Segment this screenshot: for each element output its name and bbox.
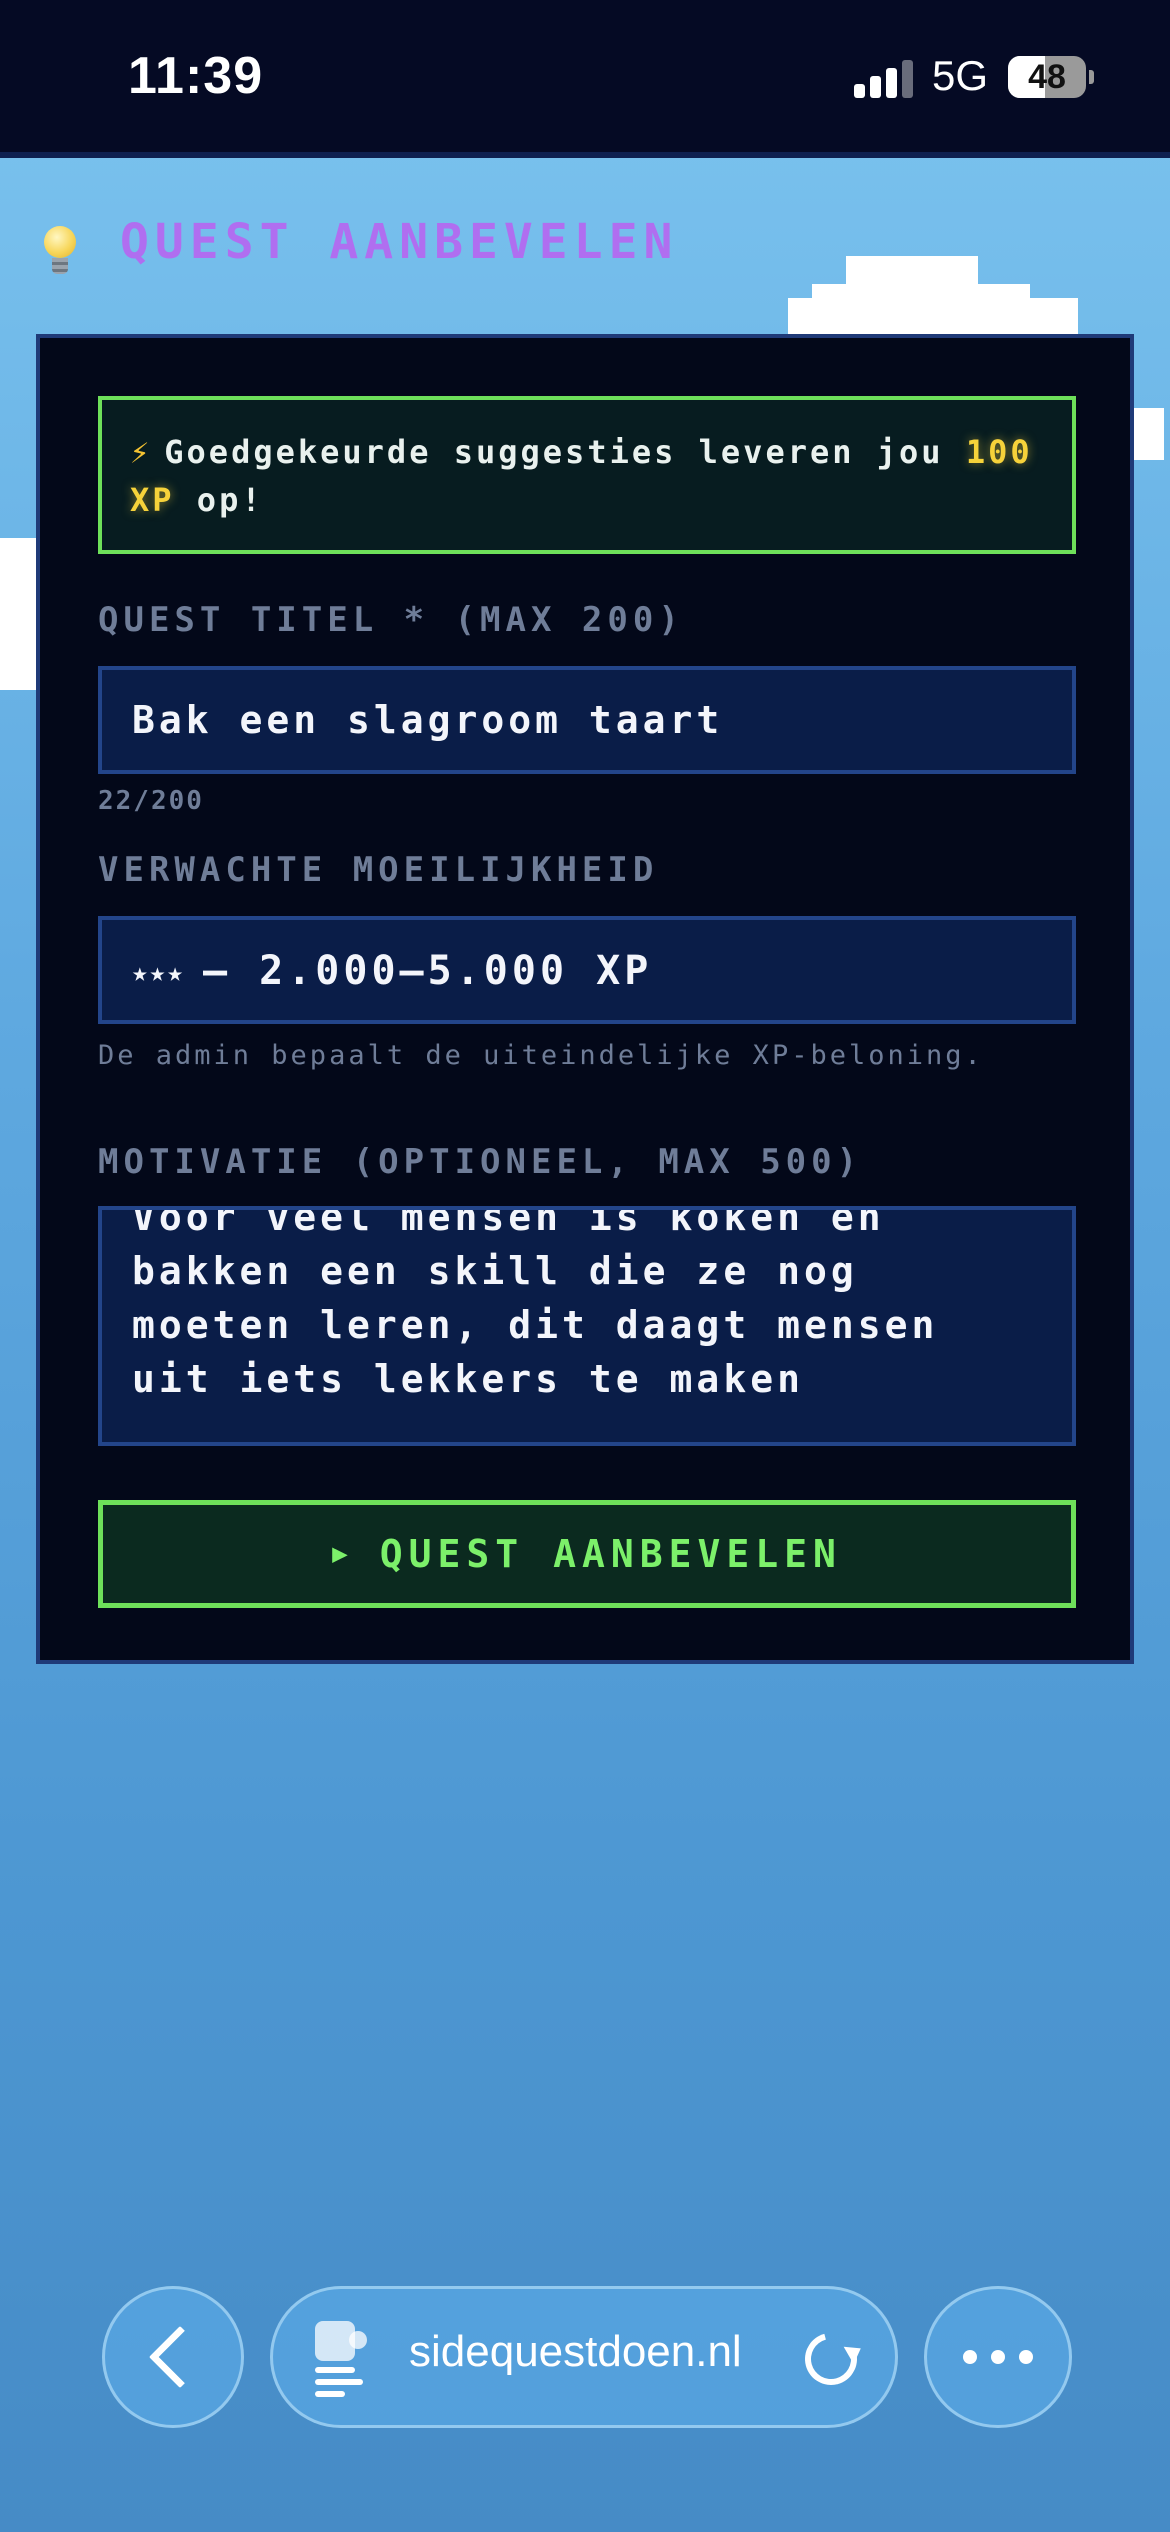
address-bar[interactable]: sidequestdoen.nl xyxy=(270,2286,898,2428)
reload-icon[interactable] xyxy=(795,2323,867,2395)
play-icon: ▶ xyxy=(332,1539,354,1569)
chevron-left-icon xyxy=(148,2325,212,2389)
reader-extension-icon[interactable] xyxy=(315,2321,371,2397)
suggest-quest-card: ⚡ Goedgekeurde suggesties leveren jou 100… xyxy=(36,334,1134,1664)
page-title: QUEST AANBEVELEN xyxy=(120,214,679,270)
battery-percentage: 48 xyxy=(1028,58,1066,96)
banner-text-after: op! xyxy=(174,481,264,519)
title-char-count: 22/200 xyxy=(98,786,204,816)
cellular-signal-icon xyxy=(854,60,914,98)
quest-title-label: QUEST TITEL * (MAX 200) xyxy=(98,600,684,640)
difficulty-help-text: De admin bepaalt de uiteindelijke XP-bel… xyxy=(98,1040,984,1071)
back-button[interactable] xyxy=(102,2286,244,2428)
submit-quest-button[interactable]: ▶ QUEST AANBEVELEN xyxy=(98,1500,1076,1608)
difficulty-select[interactable]: ★★★ — 2.000–5.000 XP xyxy=(98,916,1076,1024)
pixel-cloud xyxy=(788,298,1078,334)
motivation-textarea[interactable]: Voor veel mensen is koken en bakken een … xyxy=(98,1206,1076,1446)
status-time: 11:39 xyxy=(128,47,264,105)
difficulty-label: VERWACHTE MOEILIJKHEID xyxy=(98,850,659,890)
url-text: sidequestdoen.nl xyxy=(409,2327,742,2376)
lightning-icon: ⚡ xyxy=(130,433,153,471)
pixel-cloud xyxy=(0,538,36,690)
quest-title-input[interactable]: Bak een slagroom taart xyxy=(98,666,1076,774)
network-type: 5G xyxy=(932,52,989,99)
battery-tip xyxy=(1089,70,1094,84)
more-dots-icon xyxy=(963,2350,1033,2364)
motivation-label: MOTIVATIE (OPTIONEEL, MAX 500) xyxy=(98,1142,863,1182)
pixel-cloud xyxy=(1134,408,1164,460)
status-bar: 11:39 5G 48 xyxy=(0,0,1170,158)
difficulty-value: — 2.000–5.000 XP xyxy=(202,948,653,994)
motivation-text: Voor veel mensen is koken en bakken een … xyxy=(132,1206,939,1401)
xp-reward-banner: ⚡ Goedgekeurde suggesties leveren jou 100… xyxy=(98,396,1076,554)
difficulty-stars-icon: ★★★ xyxy=(132,958,185,988)
more-options-button[interactable] xyxy=(924,2286,1072,2428)
banner-text-before: Goedgekeurde suggesties leveren jou xyxy=(164,433,966,471)
submit-button-label: QUEST AANBEVELEN xyxy=(379,1532,842,1576)
lightbulb-icon xyxy=(40,226,80,278)
battery-icon: 48 xyxy=(1008,56,1086,98)
